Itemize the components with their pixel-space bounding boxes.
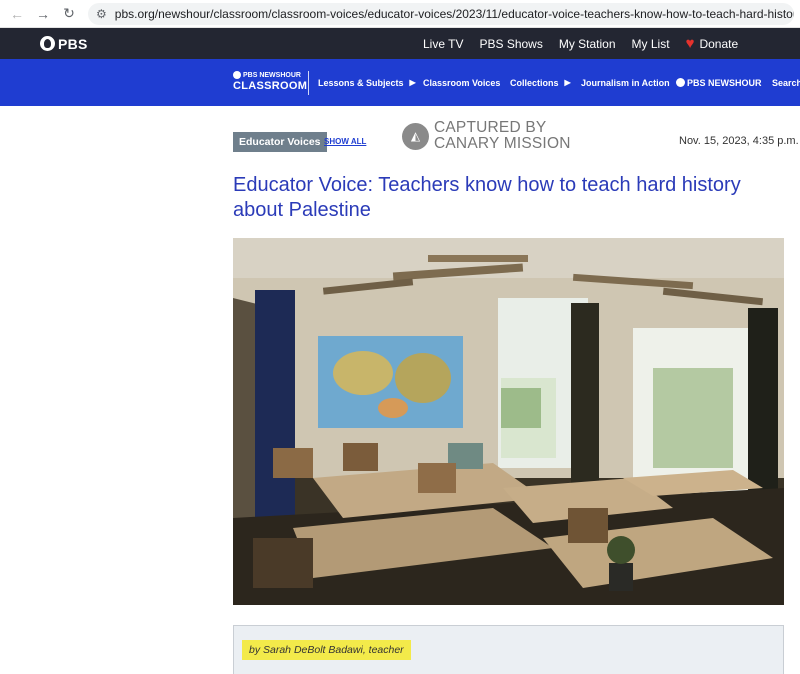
donate-label: Donate <box>699 36 739 51</box>
logo-small-text: PBS NEWSHOUR <box>243 71 301 79</box>
pbs-top-bar: PBS Live TV PBS Shows My Station My List… <box>0 28 800 59</box>
chevron-right-icon: ▶ <box>409 78 416 87</box>
nav-lessons-label: Lessons & Subjects <box>318 77 404 88</box>
pbs-nav: Live TV PBS Shows My Station My List ♥ D… <box>423 28 754 59</box>
publish-date: Nov. 15, 2023, 4:35 p.m. <box>679 135 799 147</box>
canary-mission-watermark: ◭ CAPTURED BY CANARY MISSION <box>402 120 571 152</box>
browser-toolbar: ← → ↻ ⚙ pbs.org/newshour/classroom/class… <box>0 0 800 28</box>
reload-icon[interactable]: ↻ <box>58 3 80 25</box>
nav-pbs-newshour[interactable]: PBS NEWSHOUR <box>676 59 762 106</box>
show-all-link[interactable]: SHOW ALL <box>324 137 366 146</box>
heart-icon: ♥ <box>685 35 695 52</box>
nav-pbs-shows[interactable]: PBS Shows <box>479 37 542 51</box>
pbs-head-icon <box>40 36 55 51</box>
address-bar[interactable]: ⚙ pbs.org/newshour/classroom/classroom-v… <box>88 2 794 25</box>
article: Educator Voices SHOW ALL ◭ CAPTURED BY C… <box>0 106 800 674</box>
bird-icon: ◭ <box>402 122 429 150</box>
site-info-icon[interactable]: ⚙ <box>96 7 107 21</box>
nav-search-label: Search <box>772 77 800 88</box>
byline: by Sarah DeBolt Badawi, teacher <box>242 640 411 660</box>
classroom-nav-bar: PBS NEWSHOUR CLASSROOM Lessons & Subject… <box>0 59 800 106</box>
nav-lessons-subjects[interactable]: Lessons & Subjects ▶ <box>318 59 416 106</box>
nav-collections-label: Collections <box>510 77 559 88</box>
watermark-line2: CANARY MISSION <box>434 135 571 152</box>
newshour-classroom-logo[interactable]: PBS NEWSHOUR CLASSROOM <box>233 71 307 92</box>
nav-my-station[interactable]: My Station <box>559 37 616 51</box>
watermark-line1: CAPTURED BY <box>434 119 547 136</box>
nav-newshour-label: PBS NEWSHOUR <box>687 77 762 88</box>
article-title: Educator Voice: Teachers know how to tea… <box>233 174 741 221</box>
logo-big-text: CLASSROOM <box>233 80 308 92</box>
donate-button[interactable]: ♥ Donate <box>686 35 739 52</box>
pbs-dot-icon <box>233 71 241 79</box>
classroom-illustration <box>233 238 784 605</box>
url-text: pbs.org/newshour/classroom/classroom-voi… <box>114 6 794 21</box>
nav-collections[interactable]: Collections ▶ <box>510 59 571 106</box>
pbs-logo-text: PBS <box>58 35 88 52</box>
nav-my-list[interactable]: My List <box>632 37 670 51</box>
chevron-right-icon: ▶ <box>564 78 571 87</box>
nav-journalism-label: Journalism in Action <box>581 77 670 88</box>
nav-journalism-in-action[interactable]: Journalism in Action <box>581 59 670 106</box>
logo-divider <box>308 71 309 95</box>
classroom-photo <box>233 238 784 605</box>
nav-search[interactable]: Search <box>772 59 800 106</box>
nav-classroom-voices[interactable]: Classroom Voices <box>423 59 500 106</box>
forward-icon[interactable]: → <box>32 3 54 25</box>
category-tag[interactable]: Educator Voices <box>233 132 327 152</box>
nav-voices-label: Classroom Voices <box>423 77 501 88</box>
pbs-dot-icon <box>676 78 685 87</box>
back-icon[interactable]: ← <box>6 3 28 25</box>
byline-box: by Sarah DeBolt Badawi, teacher <box>233 625 784 674</box>
pbs-logo[interactable]: PBS <box>40 36 88 52</box>
nav-live-tv[interactable]: Live TV <box>423 37 463 51</box>
